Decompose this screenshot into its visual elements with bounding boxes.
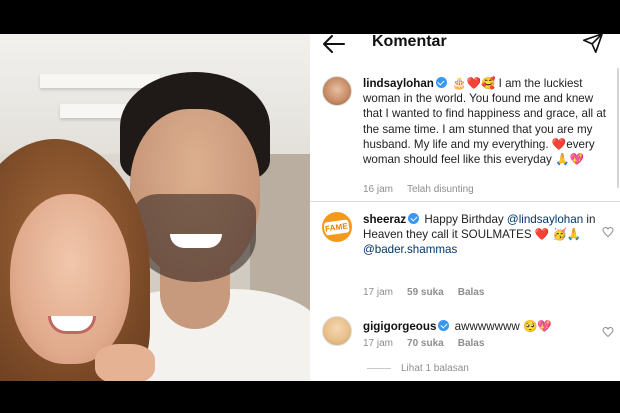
woman-face xyxy=(10,194,130,364)
avatar[interactable] xyxy=(322,316,352,346)
comment-emoji: ❤️ 🥳🙏 xyxy=(534,228,582,242)
comment-time: 17 jam xyxy=(363,338,394,349)
comment-time: 17 jam xyxy=(363,287,394,298)
mention-link[interactable]: @bader.shammas xyxy=(363,243,457,256)
caption-username[interactable]: lindsaylohan xyxy=(363,77,434,90)
edited-label: Telah disunting xyxy=(407,184,474,195)
heart-icon[interactable] xyxy=(602,326,614,338)
mention-link[interactable]: @lindsaylohan xyxy=(507,213,583,226)
top-bar: Komentar xyxy=(310,34,620,66)
caption-meta: 16 jam Telah disunting xyxy=(363,184,474,195)
comment-body: Happy Birthday xyxy=(424,213,507,226)
caption-emoji: 🎂❤️🥰 xyxy=(452,77,496,90)
screenshot-stage: Komentar lindsaylohan 🎂❤️🥰 I am the luck… xyxy=(0,34,620,381)
caption-text: lindsaylohan 🎂❤️🥰 I am the luckiest woma… xyxy=(363,76,609,167)
comment-meta: 17 jam 59 suka Balas xyxy=(363,287,484,298)
reply-button[interactable]: Balas xyxy=(458,287,485,298)
verified-badge-icon xyxy=(435,77,447,88)
avatar[interactable]: FAME xyxy=(322,212,352,242)
heart-icon[interactable] xyxy=(602,226,614,238)
view-replies-label: Lihat 1 balasan xyxy=(401,363,469,374)
page-title: Komentar xyxy=(372,34,447,50)
arrow-left-icon[interactable] xyxy=(322,34,346,54)
reply-button[interactable]: Balas xyxy=(458,338,485,349)
paper-plane-icon[interactable] xyxy=(582,34,604,54)
couple-photo xyxy=(0,34,310,381)
avatar-logo-text: FAME xyxy=(324,218,350,236)
scrollbar[interactable] xyxy=(617,68,619,188)
comment-text: gigigorgeous awwwwwww 🥺💖 xyxy=(363,319,609,334)
comment-text: sheeraz Happy Birthday @lindsaylohan in … xyxy=(363,212,609,258)
view-replies-button[interactable]: Lihat 1 balasan xyxy=(367,363,469,374)
woman-hand xyxy=(95,344,155,381)
caption-emoji: 🙏💖 xyxy=(555,153,584,167)
verified-badge-icon xyxy=(408,213,420,224)
comment-body: awwwwwww xyxy=(454,320,523,333)
verified-badge-icon xyxy=(438,320,450,331)
like-count[interactable]: 70 suka xyxy=(407,338,444,349)
avatar[interactable] xyxy=(322,76,352,106)
caption-emoji: ❤️ xyxy=(551,137,567,151)
replies-line xyxy=(367,368,391,369)
comment-emoji: 🥺💖 xyxy=(522,320,552,333)
comment-username[interactable]: gigigorgeous xyxy=(363,320,436,333)
post-caption: lindsaylohan 🎂❤️🥰 I am the luckiest woma… xyxy=(322,76,614,206)
comments-panel: Komentar lindsaylohan 🎂❤️🥰 I am the luck… xyxy=(310,34,620,381)
ceiling-beam xyxy=(40,74,160,88)
caption-time: 16 jam xyxy=(363,184,394,195)
comment-username[interactable]: sheeraz xyxy=(363,213,406,226)
comment-meta: 17 jam 70 suka Balas xyxy=(363,338,484,349)
divider xyxy=(310,201,620,202)
like-count[interactable]: 59 suka xyxy=(407,287,444,298)
man-smile xyxy=(170,234,222,248)
